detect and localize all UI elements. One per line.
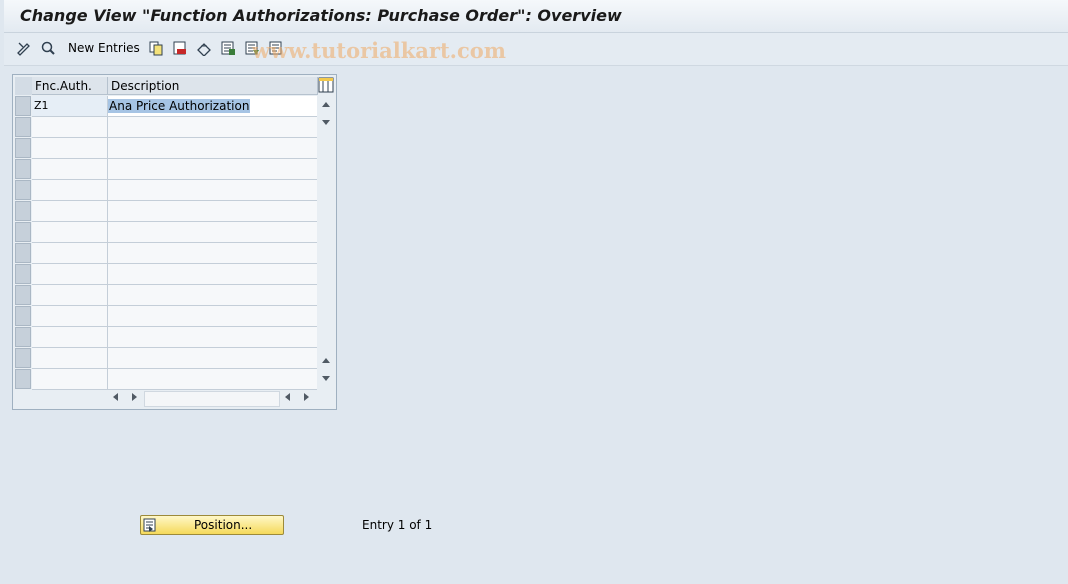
scroll-left-icon[interactable] bbox=[113, 393, 118, 401]
description-cell[interactable] bbox=[108, 201, 317, 222]
fnc-auth-cell[interactable] bbox=[32, 369, 108, 390]
table-control: Fnc.Auth. Description Z1 Ana Price Autho… bbox=[12, 74, 337, 410]
table-row[interactable] bbox=[15, 201, 317, 222]
fnc-auth-cell[interactable]: Z1 bbox=[32, 96, 108, 117]
display-change-icon[interactable] bbox=[16, 40, 32, 56]
description-value: Ana Price Authorization bbox=[108, 99, 251, 113]
scroll-up-icon[interactable] bbox=[322, 102, 330, 107]
fnc-auth-cell[interactable] bbox=[32, 222, 108, 243]
application-toolbar: New Entries www.tutorialkart.com bbox=[4, 33, 1068, 66]
other-view-icon[interactable] bbox=[40, 40, 56, 56]
table-row[interactable] bbox=[15, 369, 317, 390]
table-row[interactable]: Z1 Ana Price Authorization bbox=[15, 96, 317, 117]
table-row[interactable] bbox=[15, 159, 317, 180]
row-selector[interactable] bbox=[15, 201, 31, 221]
page-title: Change View "Function Authorizations: Pu… bbox=[20, 6, 622, 25]
row-selector[interactable] bbox=[15, 222, 31, 242]
position-button[interactable]: Position... bbox=[140, 515, 284, 535]
row-selector[interactable] bbox=[15, 348, 31, 368]
table-row[interactable] bbox=[15, 138, 317, 159]
row-selector[interactable] bbox=[15, 264, 31, 284]
fnc-auth-cell[interactable] bbox=[32, 285, 108, 306]
fnc-auth-cell[interactable] bbox=[32, 348, 108, 369]
fnc-auth-cell[interactable] bbox=[32, 138, 108, 159]
scroll-page-down-icon[interactable] bbox=[322, 120, 330, 125]
fnc-auth-cell[interactable] bbox=[32, 180, 108, 201]
description-cell[interactable] bbox=[108, 327, 317, 348]
row-selector[interactable] bbox=[15, 306, 31, 326]
table-row[interactable] bbox=[15, 222, 317, 243]
description-cell[interactable] bbox=[108, 306, 317, 327]
new-entries-button[interactable]: New Entries bbox=[68, 41, 140, 55]
scroll-right-icon[interactable] bbox=[132, 393, 137, 401]
row-selector[interactable] bbox=[15, 138, 31, 158]
fnc-auth-cell[interactable] bbox=[32, 159, 108, 180]
column-header-fnc-auth[interactable]: Fnc.Auth. bbox=[32, 77, 108, 95]
table-row[interactable] bbox=[15, 264, 317, 285]
table-row[interactable] bbox=[15, 243, 317, 264]
description-cell[interactable] bbox=[108, 243, 317, 264]
description-cell[interactable] bbox=[108, 369, 317, 390]
undo-change-icon[interactable] bbox=[196, 40, 212, 56]
row-selector[interactable] bbox=[15, 369, 31, 389]
description-cell[interactable] bbox=[108, 117, 317, 138]
table-row[interactable] bbox=[15, 348, 317, 369]
title-bar: Change View "Function Authorizations: Pu… bbox=[4, 0, 1068, 33]
delete-icon[interactable] bbox=[172, 40, 188, 56]
description-cell[interactable]: Ana Price Authorization bbox=[108, 96, 317, 117]
description-cell[interactable] bbox=[108, 159, 317, 180]
copy-as-icon[interactable] bbox=[148, 40, 164, 56]
fnc-auth-cell[interactable] bbox=[32, 201, 108, 222]
description-cell[interactable] bbox=[108, 222, 317, 243]
scroll-down-icon[interactable] bbox=[322, 376, 330, 381]
vertical-scrollbar[interactable] bbox=[318, 96, 334, 387]
position-button-label: Position... bbox=[194, 518, 253, 532]
row-selector[interactable] bbox=[15, 96, 31, 116]
table-row[interactable] bbox=[15, 180, 317, 201]
table-row[interactable] bbox=[15, 306, 317, 327]
table-settings-icon[interactable] bbox=[318, 77, 334, 93]
row-selector[interactable] bbox=[15, 327, 31, 347]
row-selector[interactable] bbox=[15, 117, 31, 137]
scroll-right-end-icon[interactable] bbox=[304, 393, 309, 401]
table-row[interactable] bbox=[15, 327, 317, 348]
watermark: www.tutorialkart.com bbox=[252, 38, 506, 63]
select-all-rows-cell[interactable] bbox=[15, 77, 33, 95]
row-selector[interactable] bbox=[15, 180, 31, 200]
position-icon bbox=[143, 518, 157, 532]
fnc-auth-cell[interactable] bbox=[32, 243, 108, 264]
table-row[interactable] bbox=[15, 117, 317, 138]
row-selector[interactable] bbox=[15, 285, 31, 305]
description-cell[interactable] bbox=[108, 348, 317, 369]
description-cell[interactable] bbox=[108, 180, 317, 201]
fnc-auth-cell[interactable] bbox=[32, 264, 108, 285]
description-cell[interactable] bbox=[108, 264, 317, 285]
description-cell[interactable] bbox=[108, 285, 317, 306]
description-cell[interactable] bbox=[108, 138, 317, 159]
scroll-page-up-icon[interactable] bbox=[322, 358, 330, 363]
fnc-auth-cell[interactable] bbox=[32, 306, 108, 327]
fnc-auth-cell[interactable] bbox=[32, 327, 108, 348]
horizontal-scrollbar[interactable] bbox=[144, 391, 280, 407]
row-selector[interactable] bbox=[15, 159, 31, 179]
column-header-description[interactable]: Description bbox=[108, 77, 318, 95]
scroll-left-end-icon[interactable] bbox=[285, 393, 290, 401]
table-row[interactable] bbox=[15, 285, 317, 306]
entry-count: Entry 1 of 1 bbox=[362, 518, 433, 532]
row-selector[interactable] bbox=[15, 243, 31, 263]
fnc-auth-cell[interactable] bbox=[32, 117, 108, 138]
select-all-icon[interactable] bbox=[220, 40, 236, 56]
